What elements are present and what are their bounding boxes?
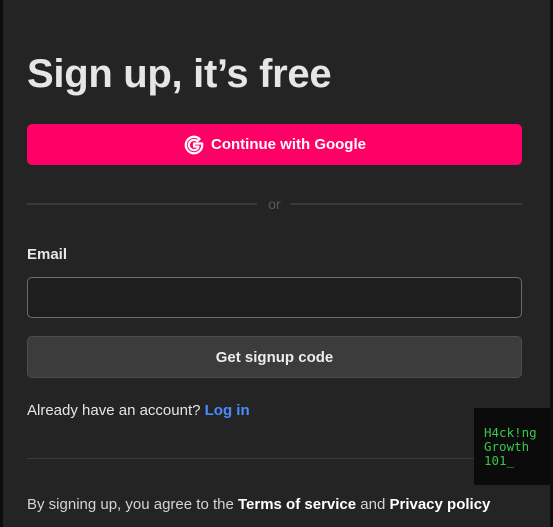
hacking-growth-watermark: H4ck!ng Growth 101_ xyxy=(474,408,550,485)
watermark-line-3: 101_ xyxy=(484,453,515,468)
continue-with-google-button[interactable]: Continue with Google xyxy=(27,124,522,165)
privacy-policy-link[interactable]: Privacy policy xyxy=(389,496,490,513)
terms-notice: By signing up, you agree to the Terms of… xyxy=(27,496,490,513)
email-field[interactable] xyxy=(27,277,522,318)
get-signup-code-button[interactable]: Get signup code xyxy=(27,336,522,378)
terms-conjunction-text: and xyxy=(360,496,386,513)
google-g-icon xyxy=(184,135,204,154)
bottom-divider xyxy=(27,458,522,459)
left-edge xyxy=(0,0,3,527)
or-divider: or xyxy=(27,196,522,212)
login-prompt-text: Already have an account? xyxy=(27,402,201,419)
watermark-line-1: H4ck!ng xyxy=(484,425,537,440)
watermark-line-2: Growth xyxy=(484,439,530,454)
login-prompt: Already have an account? Log in xyxy=(27,402,250,419)
divider-line-right xyxy=(290,203,522,205)
google-button-label: Continue with Google xyxy=(211,136,366,153)
page-title: Sign up, it’s free xyxy=(27,52,332,96)
log-in-link[interactable]: Log in xyxy=(205,402,250,419)
signup-button-label: Get signup code xyxy=(215,348,334,366)
terms-prefix-text: By signing up, you agree to the xyxy=(27,496,234,513)
terms-of-service-link[interactable]: Terms of service xyxy=(238,496,356,513)
email-label: Email xyxy=(27,246,68,263)
